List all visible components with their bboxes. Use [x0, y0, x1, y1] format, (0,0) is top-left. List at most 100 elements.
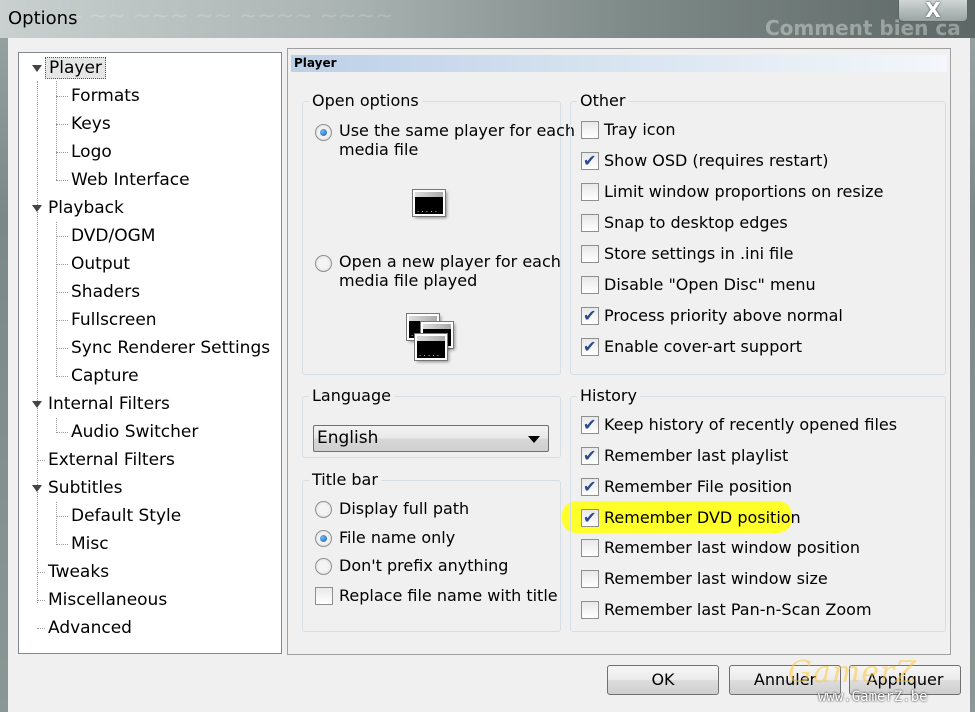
tree-connector	[37, 572, 45, 573]
tree-item-label: External Filters	[48, 450, 175, 470]
dont-prefix-label: Don't prefix anything	[339, 556, 509, 575]
keep-history-checkbox[interactable]	[581, 415, 599, 434]
new-player-label: Open a new player for each media file pl…	[339, 252, 561, 290]
remember-window-position-label: Remember last window position	[604, 538, 861, 557]
title-bar[interactable]: — ~~ ~~~ ~~ ~~~~ ~~~~ Comment bien ca Op…	[0, 0, 975, 40]
tree-item-miscellaneous[interactable]: Miscellaneous	[48, 587, 167, 613]
tree-item-shaders[interactable]: Shaders	[71, 279, 140, 305]
remember-file-position-label: Remember File position	[604, 477, 793, 496]
history-group: History Keep history of recently opened …	[570, 386, 946, 632]
tree-connector	[56, 124, 68, 125]
new-player-radio[interactable]	[315, 255, 332, 272]
tree-item-label: Miscellaneous	[48, 590, 168, 610]
tree-item-player[interactable]: Player	[45, 55, 106, 81]
replace-name-checkbox[interactable]	[315, 587, 333, 605]
remember-dvd-position-label: Remember DVD position	[604, 508, 801, 527]
tree-connector	[56, 180, 68, 181]
same-player-label: Use the same player for each media file	[339, 121, 576, 159]
limit-proportions-checkbox[interactable]	[581, 183, 599, 201]
chevron-down-icon	[528, 436, 540, 443]
tree-connector	[56, 152, 68, 153]
tree-connector	[56, 348, 68, 349]
file-name-only-radio[interactable]	[315, 530, 332, 547]
background-window-text: — ~~ ~~~ ~~ ~~~~ ~~~~	[60, 4, 394, 29]
expand-arrow-icon[interactable]	[32, 65, 42, 72]
tree-item-capture[interactable]: Capture	[71, 363, 139, 389]
tree-connector	[56, 418, 57, 433]
remember-pan-scan-label: Remember last Pan-n-Scan Zoom	[604, 600, 872, 619]
cover-art-checkbox[interactable]	[581, 337, 599, 356]
options-tree[interactable]: Player Formats Keys Logo Web Interface P…	[18, 52, 282, 654]
tray-icon-label: Tray icon	[604, 120, 676, 139]
tree-item-misc[interactable]: Misc	[71, 531, 109, 557]
tree-item-label: Output	[71, 254, 131, 274]
tree-item-label: Sync Renderer Settings	[71, 338, 271, 358]
remember-dvd-position-checkbox[interactable]	[581, 508, 599, 527]
tree-item-label: Default Style	[71, 506, 182, 526]
tree-item-label: DVD/OGM	[71, 226, 156, 246]
tree-item-logo[interactable]: Logo	[71, 139, 112, 165]
tree-item-formats[interactable]: Formats	[71, 83, 140, 109]
expand-arrow-icon[interactable]	[32, 205, 42, 212]
panel-header: Player	[291, 55, 947, 72]
tree-item-label: Misc	[71, 534, 109, 554]
tree-item-dvd-ogm[interactable]: DVD/OGM	[71, 223, 155, 249]
tree-connector	[56, 292, 68, 293]
group-title: Other	[577, 91, 629, 111]
remember-pan-scan-checkbox[interactable]	[581, 601, 599, 619]
tree-item-playback[interactable]: Playback	[48, 195, 124, 221]
tray-icon-checkbox[interactable]	[581, 121, 599, 139]
process-priority-checkbox[interactable]	[581, 306, 599, 325]
remember-window-position-checkbox[interactable]	[581, 539, 599, 557]
tree-connector	[56, 544, 68, 545]
expand-arrow-icon[interactable]	[32, 485, 42, 492]
tree-connector	[37, 628, 45, 629]
remember-playlist-checkbox[interactable]	[581, 446, 599, 465]
window-title: Options	[8, 8, 78, 29]
tree-item-label: Keys	[71, 114, 111, 134]
tree-connector	[56, 96, 68, 97]
tree-item-subtitles[interactable]: Subtitles	[48, 475, 122, 501]
snap-edges-checkbox[interactable]	[581, 214, 599, 232]
tree-item-audio-switcher[interactable]: Audio Switcher	[71, 419, 198, 445]
tree-item-default-style[interactable]: Default Style	[71, 503, 181, 529]
remember-window-size-checkbox[interactable]	[581, 570, 599, 588]
tree-item-advanced[interactable]: Advanced	[48, 615, 132, 641]
file-name-only-label: File name only	[339, 528, 456, 547]
cover-art-label: Enable cover-art support	[604, 337, 802, 356]
close-icon: X	[925, 0, 941, 22]
full-path-radio[interactable]	[315, 501, 332, 518]
tree-item-label: Shaders	[71, 282, 141, 302]
show-osd-label: Show OSD (requires restart)	[604, 151, 829, 170]
tree-item-external-filters[interactable]: External Filters	[48, 447, 175, 473]
ok-button[interactable]: OK	[607, 665, 719, 695]
expand-arrow-icon[interactable]	[32, 401, 42, 408]
language-selected: English	[317, 428, 379, 448]
tree-item-output[interactable]: Output	[71, 251, 130, 277]
disable-open-disc-checkbox[interactable]	[581, 276, 599, 294]
tree-item-keys[interactable]: Keys	[71, 111, 111, 137]
tree-item-internal-filters[interactable]: Internal Filters	[48, 391, 170, 417]
watermark-url: www.GamerZ.be	[818, 689, 928, 705]
group-title: Title bar	[309, 470, 381, 490]
tree-item-label: Capture	[71, 366, 139, 386]
disable-open-disc-label: Disable "Open Disc" menu	[604, 275, 816, 294]
tree-item-fullscreen[interactable]: Fullscreen	[71, 307, 157, 333]
tree-connector	[56, 320, 68, 321]
store-ini-checkbox[interactable]	[581, 245, 599, 263]
tree-connector	[56, 502, 57, 545]
show-osd-checkbox[interactable]	[581, 151, 599, 170]
remember-file-position-checkbox[interactable]	[581, 477, 599, 496]
close-button[interactable]: X	[898, 0, 968, 22]
tree-item-label: Subtitles	[48, 478, 123, 498]
tree-item-sync-renderer[interactable]: Sync Renderer Settings	[71, 335, 270, 361]
tree-connector	[37, 81, 38, 603]
tree-item-label: Formats	[71, 86, 140, 106]
same-player-radio[interactable]	[315, 124, 332, 141]
tree-item-tweaks[interactable]: Tweaks	[48, 559, 109, 585]
tree-item-web-interface[interactable]: Web Interface	[71, 167, 190, 193]
dont-prefix-radio[interactable]	[315, 558, 332, 575]
language-dropdown[interactable]: English	[313, 425, 549, 452]
multi-player-icon	[415, 334, 447, 360]
group-title: Language	[309, 386, 394, 406]
